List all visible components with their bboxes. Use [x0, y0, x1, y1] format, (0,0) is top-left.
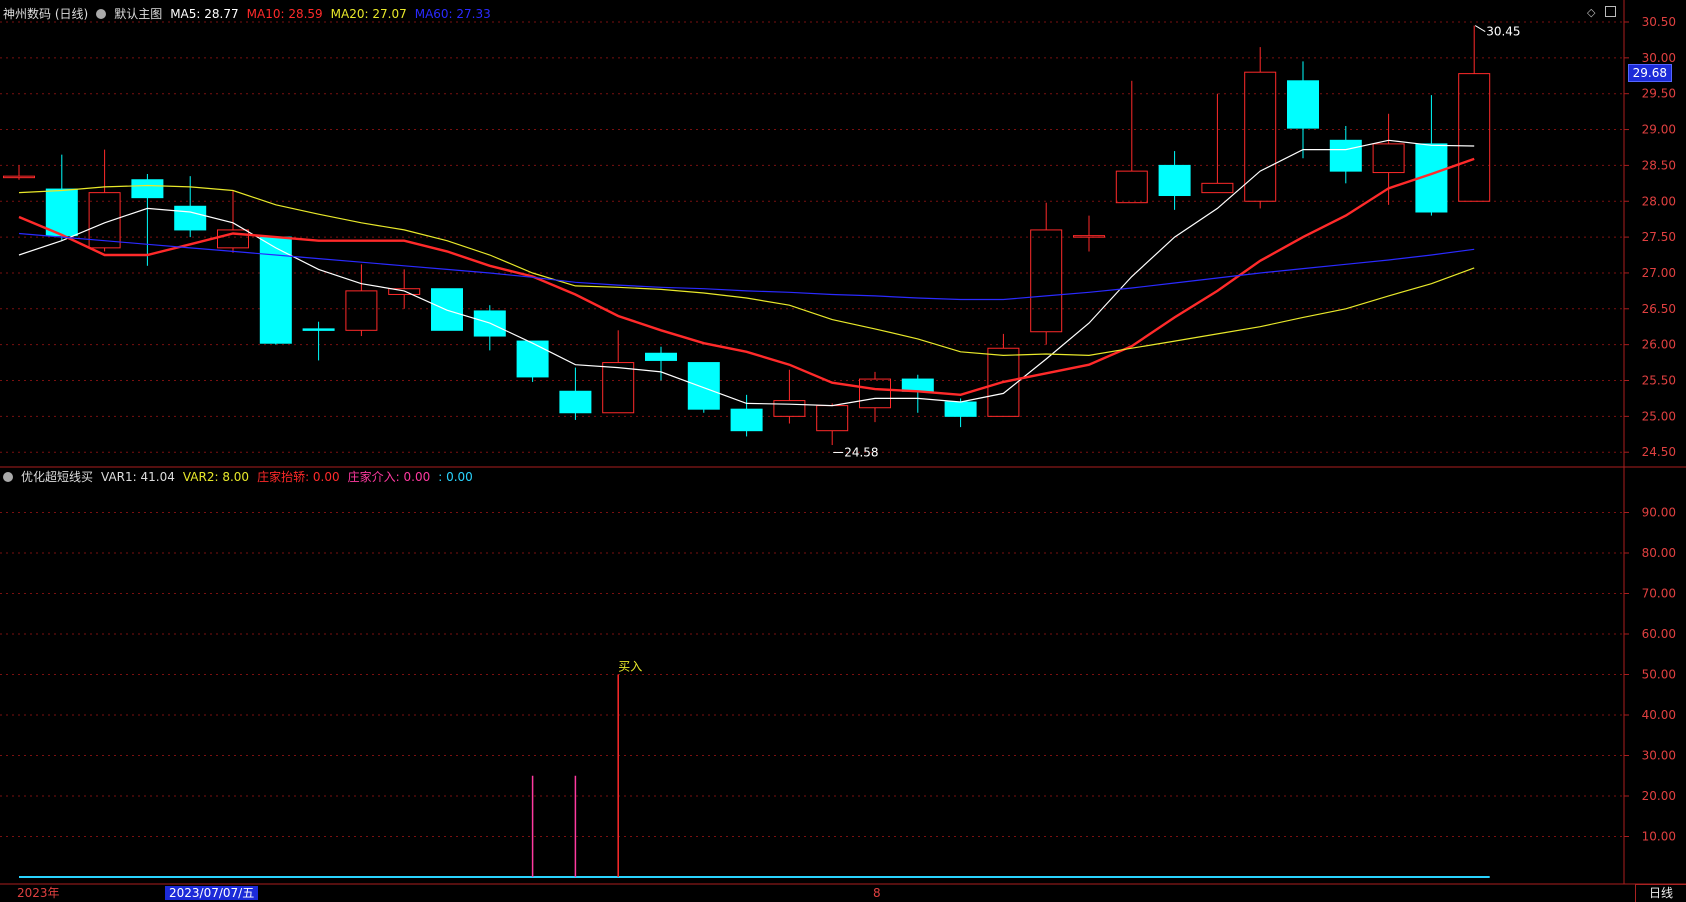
zhuangjia-taijiao-label: 庄家抬轿: 0.00 [257, 470, 340, 484]
indicator-tick-label: 90.00 [1642, 506, 1676, 520]
candle-body [859, 378, 891, 409]
main-chart-label[interactable]: 默认主图 [114, 5, 162, 22]
candle-body [431, 288, 463, 331]
price-tick-label: 24.50 [1642, 445, 1676, 459]
candle-body [944, 401, 977, 417]
price-tick-label: 30.00 [1642, 51, 1676, 65]
candle-body [645, 352, 677, 361]
candle-body [1158, 164, 1191, 197]
blank-series-label: : 0.00 [438, 469, 473, 484]
candle-body [1372, 143, 1405, 174]
indicator-tick-label: 80.00 [1642, 546, 1676, 560]
candle-body [1201, 182, 1234, 194]
stock-title[interactable]: 神州数码 (日线) [3, 5, 88, 22]
candle-body [1030, 229, 1063, 333]
window-icon[interactable] [1605, 6, 1616, 17]
candle-body [1244, 71, 1277, 202]
indicator-tick-label: 50.00 [1642, 668, 1676, 682]
ma-line-ma10 [18, 157, 1475, 397]
price-tick-label: 25.00 [1642, 409, 1676, 423]
candle-body [3, 175, 35, 179]
candle-body [345, 290, 378, 331]
candle-body [773, 400, 806, 417]
candle-body [687, 362, 720, 410]
high-price-marker: 30.45 [1486, 25, 1520, 39]
main-settings-icon[interactable] [96, 8, 107, 19]
price-tick-label: 27.50 [1642, 230, 1676, 244]
high-marker-arrow [1474, 25, 1486, 33]
candle-body [602, 362, 635, 414]
crosshair-date-tag: 2023/07/07/五 [165, 886, 259, 900]
indicator-name[interactable]: 优化超短线买 [21, 468, 93, 485]
candle-body [730, 408, 763, 432]
candle-body [302, 328, 335, 331]
price-tick-label: 29.50 [1642, 87, 1676, 101]
indicator-header: 优化超短线买 VAR1: 41.04 VAR2: 8.00 庄家抬轿: 0.00… [3, 468, 473, 485]
candle-body [1115, 170, 1148, 204]
price-tick-label: 29.00 [1642, 123, 1676, 137]
candle-body [174, 205, 207, 231]
indicator-tick-label: 70.00 [1642, 587, 1676, 601]
diamond-icon[interactable]: ◇ [1587, 6, 1595, 19]
ma-line-ma20 [18, 184, 1475, 357]
indicator-tick-label: 20.00 [1642, 789, 1676, 803]
price-tick-label: 26.50 [1642, 302, 1676, 316]
price-tick-label: 28.00 [1642, 194, 1676, 208]
ma5-label: MA5: 28.77 [170, 6, 239, 21]
candle-body [816, 405, 849, 432]
low-price-marker: 24.58 [844, 445, 878, 459]
candle-body [1073, 235, 1105, 238]
x-axis-label: 2023年 [17, 886, 60, 900]
candle-body [1458, 73, 1491, 202]
candle-body [1329, 139, 1362, 172]
candle-body [131, 179, 164, 199]
var2-label: VAR2: 8.00 [182, 469, 250, 484]
indicator-settings-icon[interactable] [3, 471, 13, 482]
buy-signal-label: 买入 [618, 660, 642, 674]
ma-line-ma60 [18, 232, 1475, 301]
ma10-label: MA10: 28.59 [246, 6, 323, 21]
price-tick-label: 27.00 [1642, 266, 1676, 280]
period-button[interactable]: 日线 [1635, 884, 1686, 902]
current-price-tag: 29.68 [1627, 64, 1672, 82]
candle-body [1287, 80, 1319, 129]
ma20-label: MA20: 27.07 [330, 6, 407, 21]
price-tick-label: 25.50 [1642, 374, 1676, 388]
candle-body [901, 378, 934, 392]
var1-label: VAR1: 41.04 [101, 469, 175, 484]
zhuangjia-jieru-label: 庄家介入: 0.00 [347, 470, 431, 484]
main-chart-header: 神州数码 (日线) 默认主图 MA5: 28.77 MA10: 28.59 MA… [3, 5, 491, 22]
price-tick-label: 26.00 [1642, 338, 1676, 352]
price-tick-label: 30.50 [1642, 15, 1676, 29]
indicator-tick-label: 10.00 [1642, 830, 1676, 844]
ma60-label: MA60: 27.33 [414, 6, 491, 21]
top-right-icons: ◇ [1587, 6, 1616, 19]
indicator-tick-label: 60.00 [1642, 627, 1676, 641]
chart-canvas[interactable]: 30.50 30.00 29.50 29.00 28.50 28.00 27.50 27.00… [0, 0, 1686, 901]
price-tick-label: 28.50 [1642, 158, 1676, 172]
candle-body [559, 390, 592, 414]
candle-body [45, 188, 78, 237]
x-axis-label: 8 [873, 886, 881, 900]
candle-body [516, 340, 549, 378]
indicator-tick-label: 30.00 [1642, 749, 1676, 763]
indicator-tick-label: 40.00 [1642, 708, 1676, 722]
